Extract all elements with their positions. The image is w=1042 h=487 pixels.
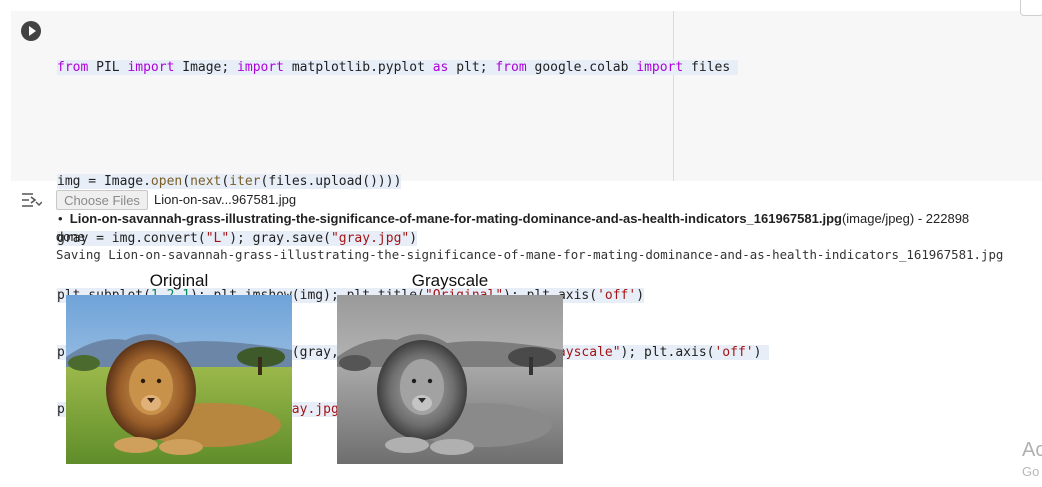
original-lion-image bbox=[66, 295, 292, 464]
saving-message: Saving Lion-on-savannah-grass-illustrati… bbox=[56, 247, 1004, 262]
activation-watermark-line2: Go bbox=[1022, 464, 1040, 479]
chosen-file-name: Lion-on-sav...967581.jpg bbox=[154, 192, 297, 207]
choose-files-button[interactable]: Choose Files bbox=[56, 190, 148, 210]
uploaded-file-name: Lion-on-savannah-grass-illustrating-the-… bbox=[69, 211, 842, 226]
code-line-3: img = Image.open(next(iter(files.upload(… bbox=[57, 174, 402, 189]
uploaded-file-meta: (image/jpeg) - 222898 bbox=[841, 211, 970, 226]
run-cell-button[interactable] bbox=[21, 21, 41, 41]
output-actions-icon[interactable] bbox=[20, 190, 43, 210]
plot-title-grayscale: Grayscale bbox=[411, 271, 489, 290]
bullet-icon: • bbox=[58, 211, 70, 226]
upload-status: done bbox=[56, 229, 85, 244]
plot-title-original: Original bbox=[149, 271, 209, 290]
cell-toolbar-button[interactable] bbox=[1020, 0, 1042, 16]
code-line-4: gray = img.convert("L"); gray.save("gray… bbox=[57, 231, 418, 246]
uploaded-file-entry: • Lion-on-savannah-grass-illustrating-th… bbox=[58, 211, 969, 226]
activation-watermark-line1: Ac bbox=[1022, 439, 1042, 461]
grayscale-lion-image bbox=[337, 295, 563, 464]
code-line-1: from PIL import Image; import matplotlib… bbox=[57, 60, 739, 75]
